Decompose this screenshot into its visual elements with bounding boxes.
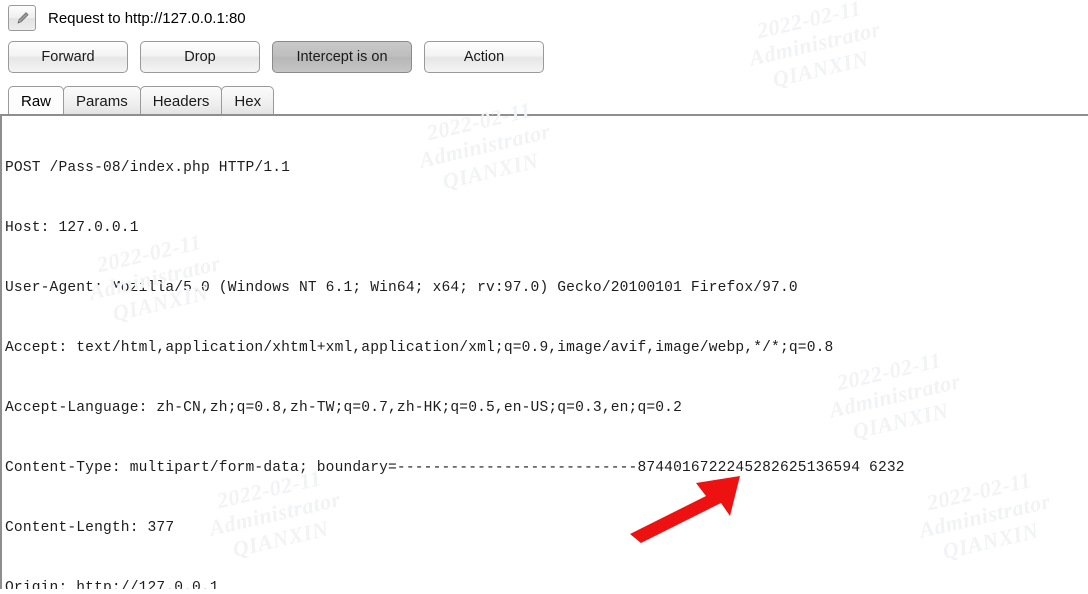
intercept-toggle-button[interactable]: Intercept is on (272, 41, 412, 73)
header-accept: Accept: text/html,application/xhtml+xml,… (5, 340, 834, 356)
header-user-agent: User-Agent: Mozilla/5.0 (Windows NT 6.1;… (5, 280, 798, 296)
tab-hex[interactable]: Hex (221, 86, 275, 115)
pencil-icon[interactable] (8, 5, 36, 31)
header-content-type: Content-Type: multipart/form-data; bound… (5, 460, 905, 476)
request-line: POST /Pass-08/index.php HTTP/1.1 (5, 160, 291, 176)
header-origin: Origin: http://127.0.0.1 (5, 580, 219, 589)
tab-headers[interactable]: Headers (139, 86, 223, 115)
drop-button[interactable]: Drop (140, 41, 260, 73)
message-tabs: Raw Params Headers Hex (8, 85, 275, 115)
titlebar: Request to http://127.0.0.1:80 (0, 0, 1088, 36)
header-content-length: Content-Length: 377 (5, 520, 175, 536)
header-host: Host: 127.0.0.1 (5, 220, 139, 236)
tab-params[interactable]: Params (63, 86, 141, 115)
raw-request-text: POST /Pass-08/index.php HTTP/1.1 Host: 1… (2, 116, 1088, 589)
burp-intercept-window: Request to http://127.0.0.1:80 Forward D… (0, 0, 1088, 589)
intercept-toolbar: Forward Drop Intercept is on Action (8, 41, 544, 73)
page-title: Request to http://127.0.0.1:80 (48, 9, 246, 27)
tab-raw[interactable]: Raw (8, 86, 65, 115)
header-accept-language: Accept-Language: zh-CN,zh;q=0.8,zh-TW;q=… (5, 400, 682, 416)
raw-request-editor[interactable]: POST /Pass-08/index.php HTTP/1.1 Host: 1… (0, 116, 1088, 589)
forward-button[interactable]: Forward (8, 41, 128, 73)
action-button[interactable]: Action (424, 41, 544, 73)
